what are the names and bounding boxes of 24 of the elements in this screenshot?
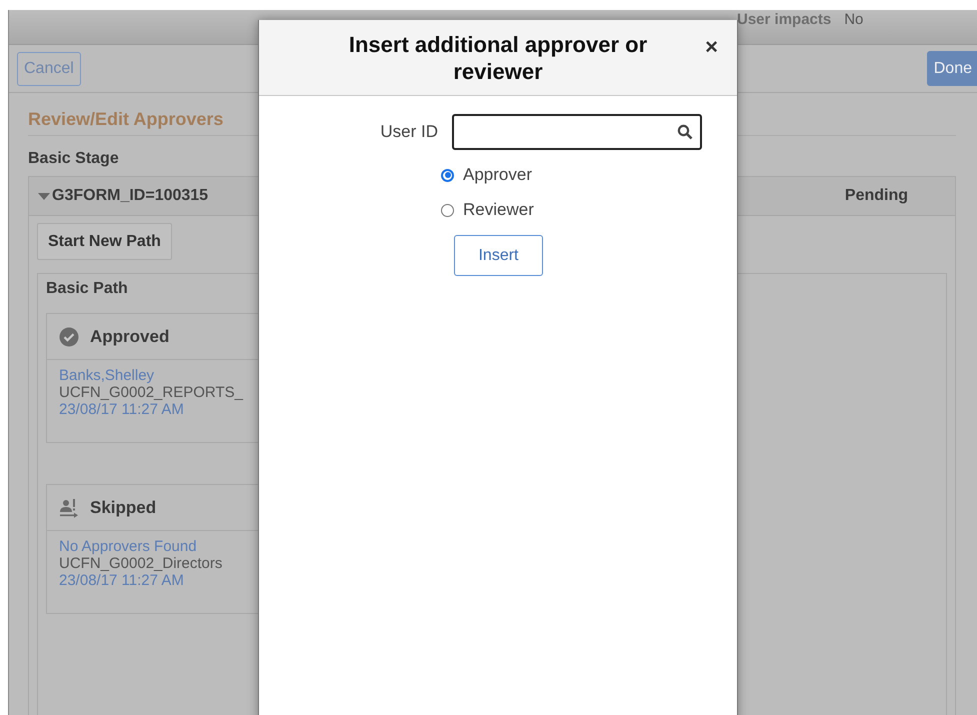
date-time: 23/08/17 11:27 AM: [59, 572, 185, 589]
close-button[interactable]: ×: [703, 34, 720, 60]
field-label: User impacts: [737, 11, 832, 28]
section-title: Basic Stage: [28, 150, 120, 168]
stage-status: Pending: [844, 187, 908, 205]
radio-button[interactable]: [441, 168, 454, 182]
radio-button[interactable]: [441, 204, 454, 216]
radio-label[interactable]: Reviewer: [463, 200, 534, 220]
role-text: UCFN_G0002_REPORTS_: [59, 384, 244, 401]
insert-button[interactable]: Insert: [454, 235, 543, 276]
step-status: Skipped: [90, 498, 156, 518]
path-title: Basic Path: [46, 280, 129, 298]
user-id-field[interactable]: [452, 114, 702, 150]
step-status: Approved: [90, 326, 170, 346]
field-value: No: [844, 11, 864, 28]
date-time: 23/08/17 11:27 AM: [59, 401, 185, 418]
search-icon[interactable]: [677, 124, 693, 140]
radio-label[interactable]: Approver: [463, 165, 532, 185]
start-new-path-button[interactable]: Start New Path: [37, 223, 172, 260]
dialog-title: Insert additional approver or reviewer: [348, 30, 648, 84]
person-arrow-icon: [59, 498, 79, 518]
check-circle-icon: [59, 326, 79, 346]
role-text: UCFN_G0002_Directors: [59, 555, 224, 572]
caret-icon: [38, 192, 50, 200]
